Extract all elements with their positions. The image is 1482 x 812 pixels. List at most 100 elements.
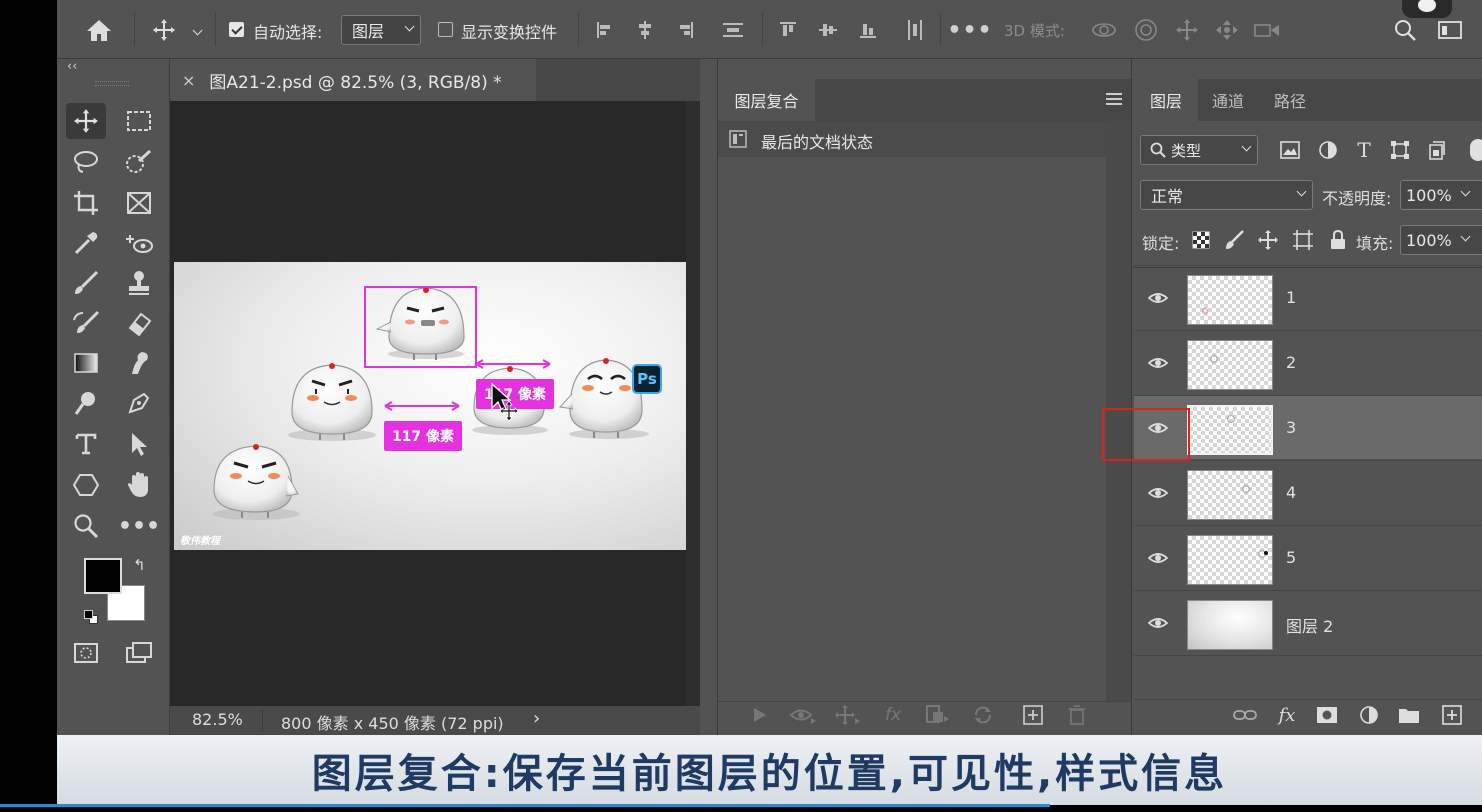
frame-tool[interactable] bbox=[119, 185, 159, 221]
layer-row[interactable]: 5 bbox=[1134, 525, 1482, 589]
filter-toggle[interactable] bbox=[1470, 139, 1482, 161]
last-document-state-item[interactable]: 最后的文档状态 bbox=[718, 121, 1106, 157]
move-tool[interactable] bbox=[66, 103, 106, 139]
layer-row[interactable]: 2 bbox=[1134, 330, 1482, 394]
apply-visibility-icon[interactable] bbox=[788, 703, 818, 727]
layer-filter-dropdown[interactable]: 类型 bbox=[1140, 135, 1258, 165]
character-1[interactable] bbox=[375, 287, 465, 360]
lock-pixels-icon[interactable] bbox=[1223, 228, 1247, 252]
more-options-icon[interactable]: ••• bbox=[947, 16, 991, 44]
eyedropper-tool[interactable] bbox=[66, 225, 106, 261]
filter-type-icon[interactable]: T bbox=[1350, 137, 1378, 163]
blend-mode-dropdown[interactable]: 正常 bbox=[1140, 180, 1313, 210]
filter-adjustment-icon[interactable] bbox=[1314, 137, 1342, 163]
crop-tool[interactable] bbox=[66, 185, 106, 221]
home-icon[interactable] bbox=[77, 12, 121, 48]
add-mask-icon[interactable] bbox=[1312, 703, 1342, 727]
apply-position-icon[interactable] bbox=[833, 703, 863, 727]
pen-tool[interactable] bbox=[119, 385, 159, 421]
character-2[interactable] bbox=[288, 363, 376, 441]
lock-artboard-icon[interactable] bbox=[1291, 228, 1315, 252]
lasso-tool[interactable] bbox=[66, 144, 106, 180]
tab-paths[interactable]: 路径 bbox=[1260, 79, 1320, 121]
video-progress-bar[interactable] bbox=[0, 804, 1050, 807]
adjustment-layer-icon[interactable] bbox=[1354, 703, 1384, 727]
layer-style-icon[interactable]: fx bbox=[1272, 703, 1302, 727]
align-top-icon[interactable] bbox=[775, 16, 801, 44]
tab-channels[interactable]: 通道 bbox=[1198, 79, 1258, 121]
distribute-horizontal-icon[interactable] bbox=[902, 16, 928, 44]
layer-row[interactable]: 1 bbox=[1134, 265, 1482, 329]
zoom-tool[interactable] bbox=[66, 508, 106, 544]
filter-pixel-icon[interactable] bbox=[1276, 137, 1304, 163]
workspace-icon[interactable] bbox=[1435, 16, 1465, 44]
lock-transparency-icon[interactable] bbox=[1189, 228, 1213, 252]
visibility-eye-icon[interactable] bbox=[1148, 548, 1168, 568]
3d-orbit-icon[interactable] bbox=[1089, 16, 1119, 44]
quick-selection-tool[interactable] bbox=[119, 144, 159, 180]
layer-name[interactable]: 3 bbox=[1286, 418, 1296, 437]
share-button[interactable] bbox=[1402, 0, 1452, 18]
auto-select-target-dropdown[interactable]: 图层 bbox=[341, 15, 421, 45]
shape-tool[interactable] bbox=[66, 467, 106, 503]
update-comp-icon[interactable] bbox=[968, 703, 998, 727]
history-brush-tool[interactable] bbox=[66, 305, 106, 341]
foreground-color-swatch[interactable] bbox=[84, 558, 122, 594]
hand-tool[interactable] bbox=[119, 467, 159, 503]
align-bottom-icon[interactable] bbox=[855, 16, 881, 44]
visibility-eye-icon[interactable] bbox=[1148, 613, 1168, 633]
marquee-tool[interactable] bbox=[119, 103, 159, 139]
zoom-level[interactable]: 82.5% bbox=[192, 710, 243, 729]
smudge-tool[interactable] bbox=[119, 345, 159, 381]
document-tab[interactable]: × 图A21-2.psd @ 82.5% (3, RGB/8) * bbox=[170, 59, 536, 101]
apply-style-icon[interactable]: fx bbox=[878, 703, 908, 727]
lock-all-icon[interactable] bbox=[1326, 228, 1350, 252]
lock-position-icon[interactable] bbox=[1256, 228, 1280, 252]
align-horizontal-center-icon[interactable] bbox=[632, 16, 658, 44]
auto-select-checkbox[interactable] bbox=[229, 22, 244, 37]
layer-name[interactable]: 2 bbox=[1286, 353, 1296, 372]
toolbar-grip[interactable] bbox=[95, 81, 129, 86]
clone-stamp-tool[interactable] bbox=[119, 265, 159, 301]
panel-menu-icon[interactable] bbox=[1106, 93, 1122, 105]
new-group-icon[interactable] bbox=[1394, 703, 1424, 727]
layer-name[interactable]: 5 bbox=[1286, 548, 1296, 567]
visibility-eye-icon[interactable] bbox=[1148, 353, 1168, 373]
screen-mode-icon[interactable] bbox=[119, 635, 159, 671]
layer-name[interactable]: 图层 2 bbox=[1286, 613, 1333, 637]
scrollbar-vertical[interactable] bbox=[686, 101, 700, 706]
layer-row[interactable]: 4 bbox=[1134, 460, 1482, 524]
eraser-tool[interactable] bbox=[119, 305, 159, 341]
canvas[interactable]: 117 像素 117 像素 Ps 敬伟教程 bbox=[174, 262, 686, 550]
3d-roll-icon[interactable] bbox=[1131, 16, 1161, 44]
move-tool-preset-icon[interactable] bbox=[147, 14, 181, 46]
play-icon[interactable] bbox=[748, 703, 772, 727]
dodge-tool[interactable] bbox=[66, 385, 106, 421]
path-selection-tool[interactable] bbox=[119, 426, 159, 462]
align-vertical-center-icon[interactable] bbox=[815, 16, 841, 44]
more-tools-icon[interactable]: ••• bbox=[118, 508, 160, 544]
tab-layer-comps[interactable]: 图层复合 bbox=[718, 79, 815, 121]
new-layer-icon[interactable] bbox=[1437, 703, 1467, 727]
layer-name[interactable]: 1 bbox=[1286, 288, 1296, 307]
gradient-tool[interactable] bbox=[66, 345, 106, 381]
link-layers-icon[interactable] bbox=[1230, 703, 1260, 727]
visibility-eye-icon[interactable] bbox=[1148, 483, 1168, 503]
3d-slide-icon[interactable] bbox=[1212, 16, 1242, 44]
chevron-down-icon[interactable] bbox=[189, 20, 205, 40]
type-tool[interactable] bbox=[66, 426, 106, 462]
3d-pan-icon[interactable] bbox=[1172, 16, 1202, 44]
swap-colors-icon[interactable]: ↰ bbox=[133, 556, 146, 574]
apply-comp-icon[interactable] bbox=[923, 703, 953, 727]
3d-camera-icon[interactable] bbox=[1252, 16, 1282, 44]
character-5[interactable] bbox=[212, 444, 300, 520]
new-comp-icon[interactable] bbox=[1018, 703, 1048, 727]
show-transform-checkbox[interactable] bbox=[438, 22, 453, 37]
close-tab-icon[interactable]: × bbox=[182, 71, 195, 90]
layer-row[interactable]: 图层 2 bbox=[1134, 590, 1482, 654]
spot-healing-tool[interactable] bbox=[119, 225, 159, 261]
tab-layers[interactable]: 图层 bbox=[1134, 79, 1198, 121]
default-colors-icon[interactable] bbox=[83, 609, 99, 625]
visibility-eye-icon[interactable] bbox=[1148, 288, 1168, 308]
brush-tool[interactable] bbox=[66, 265, 106, 301]
